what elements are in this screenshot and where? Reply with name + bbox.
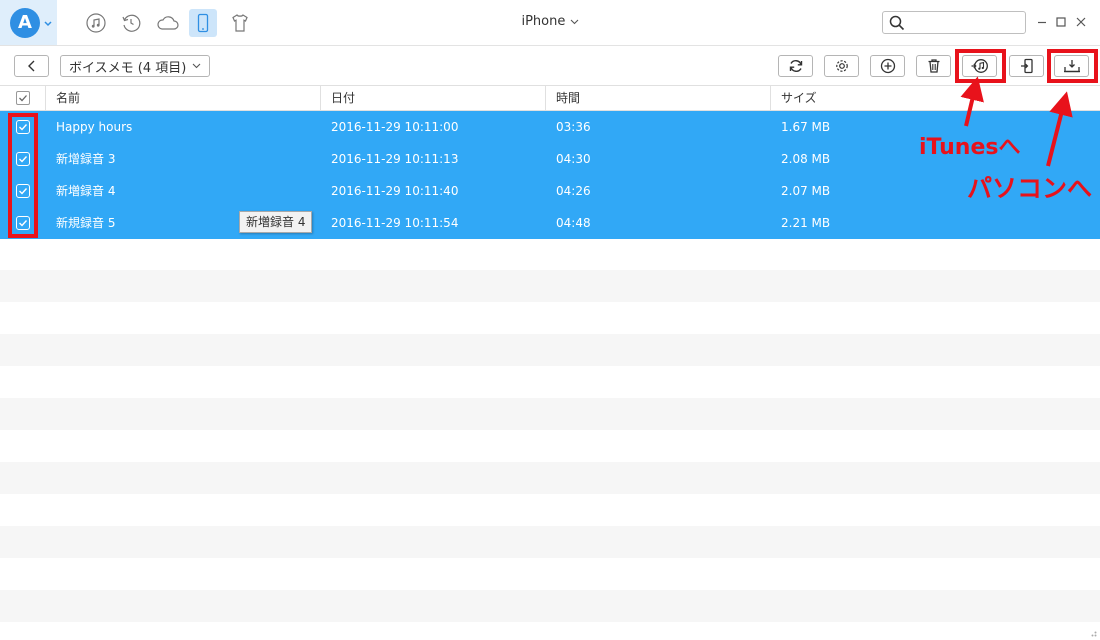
history-icon[interactable] xyxy=(117,9,145,37)
add-button[interactable] xyxy=(870,55,905,77)
empty-row-stripe xyxy=(0,334,1100,366)
device-title-label: iPhone xyxy=(521,14,566,29)
category-label: ボイスメモ (4 項目) xyxy=(69,60,187,76)
cell-size: 1.67 MB xyxy=(781,120,831,134)
back-button[interactable] xyxy=(14,55,49,77)
cell-duration: 03:36 xyxy=(556,120,591,134)
cell-date: 2016-11-29 10:11:40 xyxy=(331,184,459,198)
chevron-left-icon xyxy=(27,60,34,72)
chevron-down-icon xyxy=(570,19,578,25)
cell-name: 新増録音 4 xyxy=(56,184,116,198)
table-row[interactable]: 新増録音 4 2016-11-29 10:11:40 04:26 2.07 MB xyxy=(0,175,1100,207)
cell-date: 2016-11-29 10:11:00 xyxy=(331,120,459,134)
title-bar: A iPhone xyxy=(0,0,1100,46)
close-button[interactable] xyxy=(1073,14,1089,30)
column-header-size[interactable]: サイズ xyxy=(771,86,817,111)
close-icon xyxy=(1076,17,1086,27)
highlight-box-checkboxes xyxy=(8,113,38,238)
highlight-box-itunes xyxy=(955,49,1006,83)
search-box[interactable] xyxy=(882,11,1026,34)
column-header-name[interactable]: 名前 xyxy=(46,86,80,111)
chevron-down-icon xyxy=(44,21,52,27)
delete-button[interactable] xyxy=(916,55,951,77)
cell-size: 2.21 MB xyxy=(781,216,831,230)
music-icon[interactable] xyxy=(82,9,110,37)
empty-row-stripe xyxy=(0,270,1100,302)
shirt-icon[interactable] xyxy=(226,9,254,37)
category-dropdown[interactable]: ボイスメモ (4 項目) xyxy=(60,55,211,77)
cell-date: 2016-11-29 10:11:54 xyxy=(331,216,459,230)
check-icon xyxy=(19,95,27,102)
cell-size: 2.08 MB xyxy=(781,152,831,166)
to-device-icon xyxy=(1020,58,1033,74)
maximize-icon xyxy=(1056,17,1066,27)
refresh-button[interactable] xyxy=(778,55,813,77)
phone-icon[interactable] xyxy=(189,9,217,37)
empty-row-stripe xyxy=(0,462,1100,494)
app-logo-area[interactable]: A xyxy=(0,0,57,45)
device-title[interactable]: iPhone xyxy=(500,14,600,29)
cloud-icon[interactable] xyxy=(154,9,182,37)
empty-row-stripe xyxy=(0,398,1100,430)
minimize-icon xyxy=(1038,21,1046,24)
table-header: 名前 日付 時間 サイズ xyxy=(0,86,1100,111)
name-tooltip: 新増録音 4 xyxy=(239,211,313,233)
cell-name: 新規録音 5 xyxy=(56,216,116,230)
settings-button[interactable] xyxy=(824,55,859,77)
annotation-computer: パソコンへ xyxy=(967,174,1093,203)
annotation-itunes: iTunesへ xyxy=(919,135,1021,160)
cell-duration: 04:30 xyxy=(556,152,591,166)
table-row[interactable]: 新規録音 5 2016-11-29 10:11:54 04:48 2.21 MB xyxy=(0,207,1100,239)
toolbar: ボイスメモ (4 項目) xyxy=(0,46,1100,86)
column-header-duration[interactable]: 時間 xyxy=(546,86,580,111)
empty-row-stripe xyxy=(0,526,1100,558)
column-header-date[interactable]: 日付 xyxy=(321,86,355,111)
search-icon xyxy=(889,15,905,31)
minimize-button[interactable] xyxy=(1034,14,1050,30)
cell-duration: 04:48 xyxy=(556,216,591,230)
add-icon xyxy=(880,58,895,74)
app-logo: A xyxy=(10,8,40,38)
cell-date: 2016-11-29 10:11:13 xyxy=(331,152,459,166)
select-all-checkbox[interactable] xyxy=(16,91,30,105)
refresh-icon xyxy=(789,60,802,72)
resize-grip-icon[interactable] xyxy=(1089,629,1097,637)
search-input[interactable] xyxy=(909,14,1019,31)
cell-size: 2.07 MB xyxy=(781,184,831,198)
cell-duration: 04:26 xyxy=(556,184,591,198)
empty-row-stripe xyxy=(0,590,1100,622)
cell-name: Happy hours xyxy=(56,120,133,134)
maximize-button[interactable] xyxy=(1053,14,1069,30)
highlight-box-computer xyxy=(1047,49,1098,83)
to-device-button[interactable] xyxy=(1009,55,1044,77)
chevron-down-icon xyxy=(192,63,201,69)
gear-icon xyxy=(835,60,848,72)
trash-icon xyxy=(928,59,939,73)
cell-name: 新增録音 3 xyxy=(56,152,116,166)
